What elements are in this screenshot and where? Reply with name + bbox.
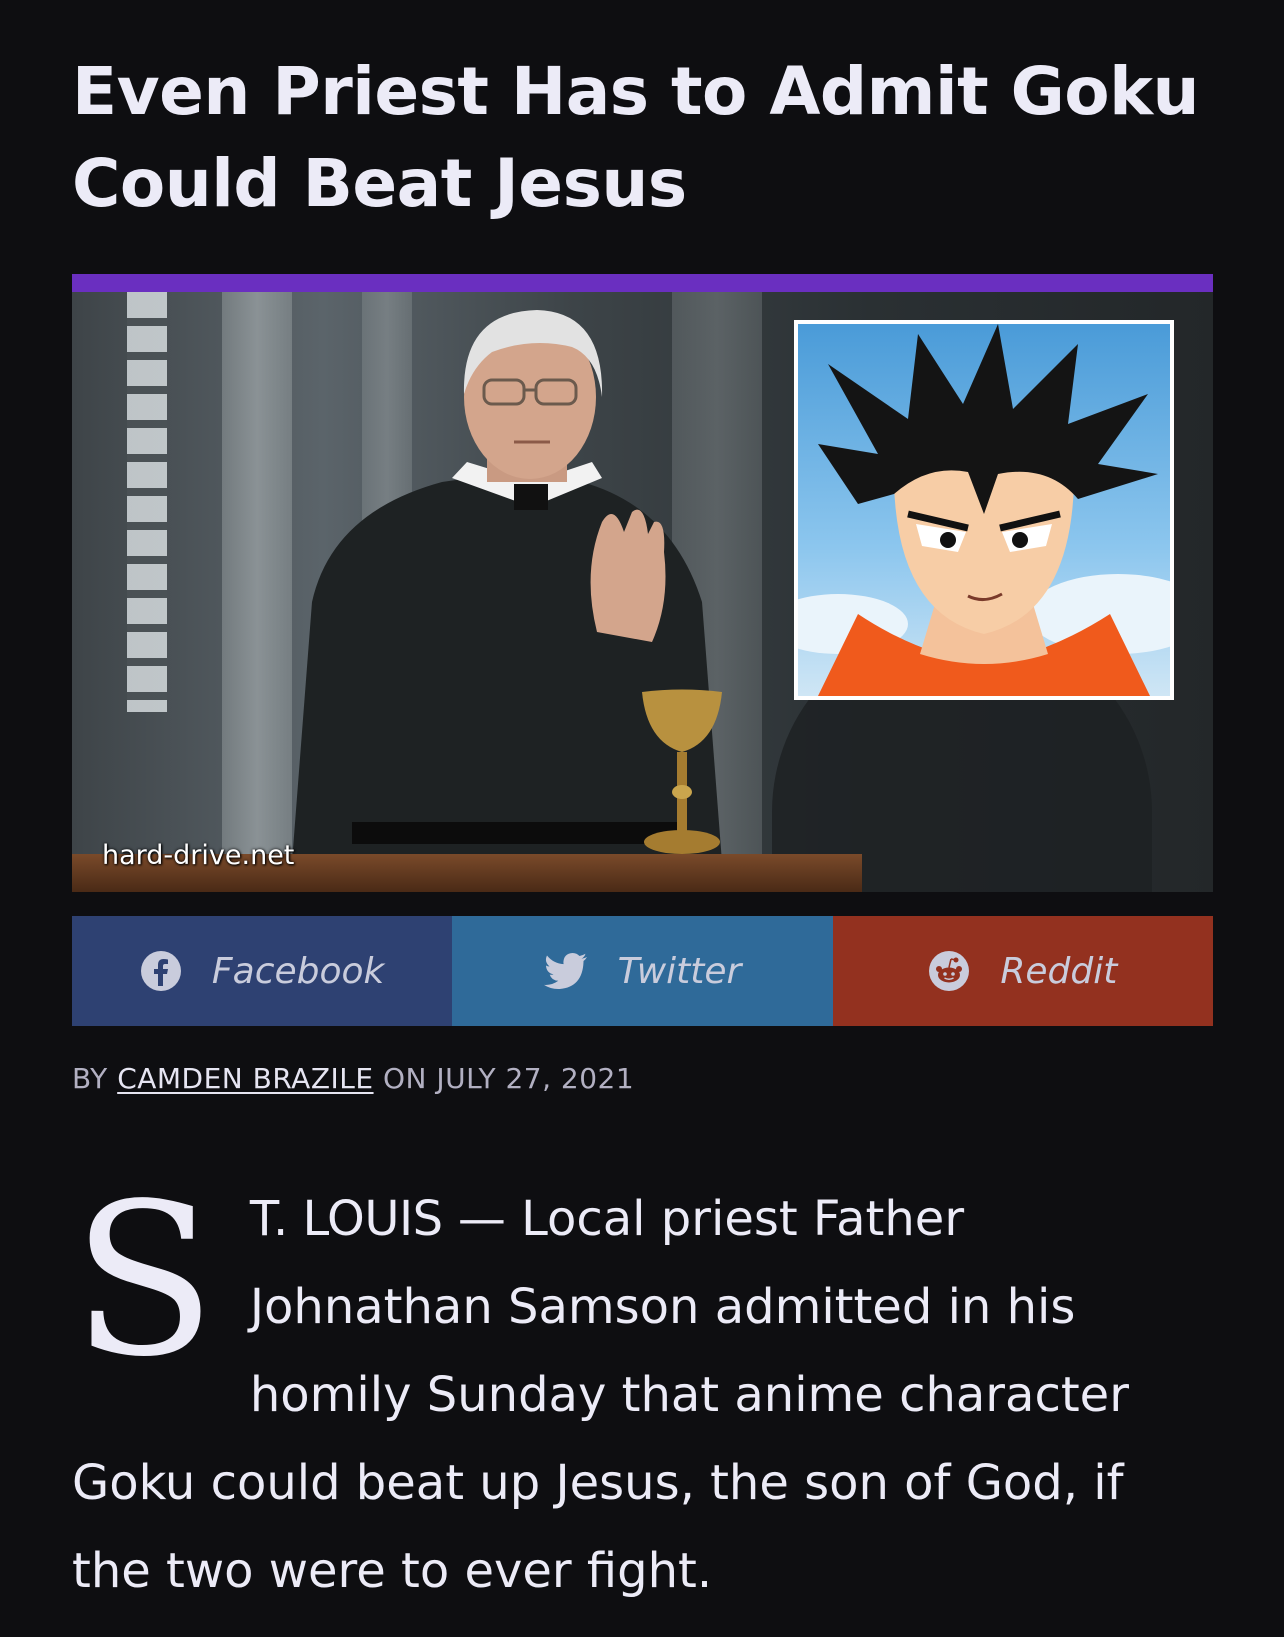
byline-prefix: BY <box>72 1062 108 1095</box>
stained-window <box>127 292 167 712</box>
share-reddit-button[interactable]: Reddit <box>832 916 1213 1026</box>
share-facebook-label: Facebook <box>211 950 385 992</box>
article-dateline: T. LOUIS <box>249 1191 443 1247</box>
article-body: S T. LOUIS — Local priest Father Johnatha… <box>72 1175 1213 1615</box>
byline-middle: ON <box>382 1062 427 1095</box>
goku-illustration <box>798 324 1170 696</box>
headline-accent-bar <box>72 274 1213 292</box>
publish-date: JULY 27, 2021 <box>436 1062 635 1095</box>
share-buttons: Facebook Twitter Reddit <box>72 916 1213 1026</box>
goku-inset-image <box>794 320 1174 700</box>
facebook-icon <box>140 950 182 992</box>
article-headline: Even Priest Has to Admit Goku Could Beat… <box>72 53 1200 222</box>
share-twitter-button[interactable]: Twitter <box>452 916 833 1026</box>
drop-cap: S <box>72 1158 216 1403</box>
author-link[interactable]: CAMDEN BRAZILE <box>117 1062 373 1095</box>
share-twitter-label: Twitter <box>617 950 742 992</box>
image-watermark: hard-drive.net <box>102 840 295 871</box>
reddit-icon <box>928 950 970 992</box>
article-page: Even Priest Has to Admit Goku Could Beat… <box>0 0 1284 1637</box>
twitter-icon <box>543 952 588 990</box>
featured-image: hard-drive.net <box>72 292 1213 892</box>
article-lead-text: Local priest Father Johnathan Samson adm… <box>72 1191 1129 1599</box>
chalice-icon <box>642 689 722 854</box>
share-facebook-button[interactable]: Facebook <box>72 916 453 1026</box>
priest-figure <box>292 310 722 862</box>
dateline-dash: — <box>442 1191 522 1247</box>
article-byline: BY CAMDEN BRAZILE ON JULY 27, 2021 <box>72 1062 1212 1095</box>
share-reddit-label: Reddit <box>1000 950 1118 992</box>
